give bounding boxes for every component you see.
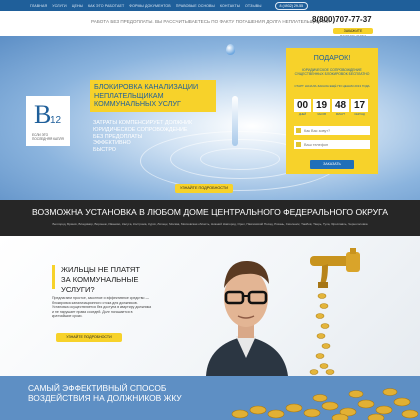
timer-seconds: 17 СЕКУНД [351,99,368,116]
benefit-item: ЭФФЕКТИВНО [93,140,131,147]
question-line: ЖИЛЬЦЫ НЕ ПЛАТЯТ [61,265,141,274]
timer-unit: СЕКУНД [354,113,365,116]
header-phone[interactable]: 8(800)707-77-37 [312,15,372,24]
nav-item-contacts[interactable]: КОНТАКТЫ [220,4,240,8]
debtors-question: ЖИЛЬЦЫ НЕ ПЛАТЯТ ЗА КОММУНАЛЬНЫЕ УСЛУГИ? [52,265,147,294]
nav-item-reviews[interactable]: ОТЗЫВЫ [245,4,261,8]
nav-phone-pill[interactable]: 8 (4932) 29-55 [274,1,309,10]
name-input[interactable] [304,128,368,133]
learn-more-button[interactable]: УЗНАЙТЕ ПОДРОБНОСТИ [175,184,233,193]
benefit-item: БЫСТРО [93,147,116,154]
timer-value: 19 [313,99,330,112]
nav-item-services[interactable]: УСЛУГИ [52,4,67,8]
question-line: ЗА КОММУНАЛЬНЫЕ УСЛУГИ? [61,275,139,294]
bottom-title: САМЫЙ ЭФФЕКТИВНЫЙ СПОСОБ ВОЗДЕЙСТВИЯ НА … [28,383,182,403]
learn-more-button-2[interactable]: УЗНАЙТЕ ПОДРОБНОСТИ [56,333,122,342]
water-splash [232,96,238,146]
user-icon [296,128,301,133]
logo-letter: B [34,100,52,129]
coin-pile-image [231,388,419,420]
coverage-band: ВОЗМОЖНА УСТАНОВКА В ЛЮБОМ ДОМЕ ЦЕНТРАЛЬ… [0,200,420,236]
order-details-button[interactable]: ЗАКАЖИТЕ ПОДРОБНОСТИ [333,28,373,39]
benefit-item: ЮРИДИЧЕСКОЕ СОПРОВОЖДЕНИЕ [93,126,188,133]
water-drop-icon [226,44,235,55]
name-field-wrap [294,126,370,135]
benefit-item: ЗАТРАТЫ КОМПЕНСИРУЕТ ДОЛЖНИК [93,120,193,126]
gift-offer-form: ПОДАРОК! ЮРИДИЧЕСКОЕ СОПРОВОЖДЕНИЕ СУЩЕС… [286,48,378,174]
debtors-section: ЖИЛЬЦЫ НЕ ПЛАТЯТ ЗА КОММУНАЛЬНЫЕ УСЛУГИ?… [0,236,420,376]
offer-subtext: СТАРТ НАЧАЛА ЗАКАЗА ЕЩЁ ПО ЦЕНАМ 2013 ГО… [294,84,370,88]
phone-field-wrap [294,140,370,149]
header: РАБОТА БЕЗ ПРЕДОПЛАТЫ. ВЫ РАССЧИТЫВАЕТЕС… [0,11,420,39]
debtors-description: Предлагаем простое, законное и эффективн… [52,296,152,318]
phone-icon [296,142,301,147]
coverage-cities: Белгород, Брянск, Владимир, Воронеж, Ива… [52,222,368,226]
timer-value: 00 [294,99,311,112]
logo-subtitle: ЕСЛИ ЭТО ПОСЛЕДНЯЯ КАПЛЯ [32,133,64,141]
timer-hours: 19 ЧАСОВ [313,99,330,116]
hero-title: БЛОКИРОВКА КАНАЛИЗАЦИИ НЕПЛАТЕЛЬЩИКАМ КО… [90,80,216,112]
bottom-banner: САМЫЙ ЭФФЕКТИВНЫЙ СПОСОБ ВОЗДЕЙСТВИЯ НА … [0,376,420,420]
faucet-with-coins-image [309,248,360,375]
logo[interactable]: B 12 ЕСЛИ ЭТО ПОСЛЕДНЯЯ КАПЛЯ [26,96,70,146]
hero-benefits-list: ЗАТРАТЫ КОМПЕНСИРУЕТ ДОЛЖНИК ЮРИДИЧЕСКОЕ… [93,120,213,154]
timer-unit: МИНУТ [335,113,346,116]
timer-unit: ЧАСОВ [317,113,326,116]
timer-value: 48 [332,99,349,112]
phone-input[interactable] [304,142,368,147]
top-nav: ГЛАВНАЯ УСЛУГИ ЦЕНЫ КАК ЭТО РАБОТАЕТ ФОР… [0,0,420,11]
timer-days: 00 ДНЕЙ [294,99,311,116]
bottom-title-line: САМЫЙ ЭФФЕКТИВНЫЙ СПОСОБ [28,383,167,393]
hero-title-line: КОММУНАЛЬНЫХ УСЛУГ [94,99,181,109]
coverage-title: ВОЗМОЖНА УСТАНОВКА В ЛЮБОМ ДОМЕ ЦЕНТРАЛЬ… [32,207,388,217]
man-with-glasses-image [206,260,288,376]
nav-item-how-it-works[interactable]: КАК ЭТО РАБОТАЕТ [88,4,124,8]
countdown-timer: 00 ДНЕЙ 19 ЧАСОВ 48 МИНУТ 17 СЕКУНД [294,99,368,116]
logo-number: 12 [50,115,62,126]
offer-text: ЮРИДИЧЕСКОЕ СОПРОВОЖДЕНИЕ СУЩЕСТВЕННЫХ Б… [294,68,370,76]
timer-minutes: 48 МИНУТ [332,99,349,116]
offer-title: ПОДАРОК! [313,53,351,62]
nav-item-legal[interactable]: ПРАВОВЫЕ ОСНОВЫ [176,4,215,8]
timer-value: 17 [351,99,368,112]
benefit-item: БЕЗ ПРЕДОПЛАТЫ [93,133,143,140]
nav-item-prices[interactable]: ЦЕНЫ [72,4,83,8]
timer-unit: ДНЕЙ [298,113,307,116]
nav-item-documents[interactable]: ФОРМЫ ДОКУМЕНТОВ [129,4,171,8]
header-tagline: РАБОТА БЕЗ ПРЕДОПЛАТЫ. ВЫ РАССЧИТЫВАЕТЕС… [91,19,331,24]
order-submit-button[interactable]: ЗАКАЗАТЬ [310,160,354,169]
nav-item-home[interactable]: ГЛАВНАЯ [30,4,47,8]
bottom-title-line: ВОЗДЕЙСТВИЯ НА ДОЛЖНИКОВ ЖКУ [28,393,182,403]
